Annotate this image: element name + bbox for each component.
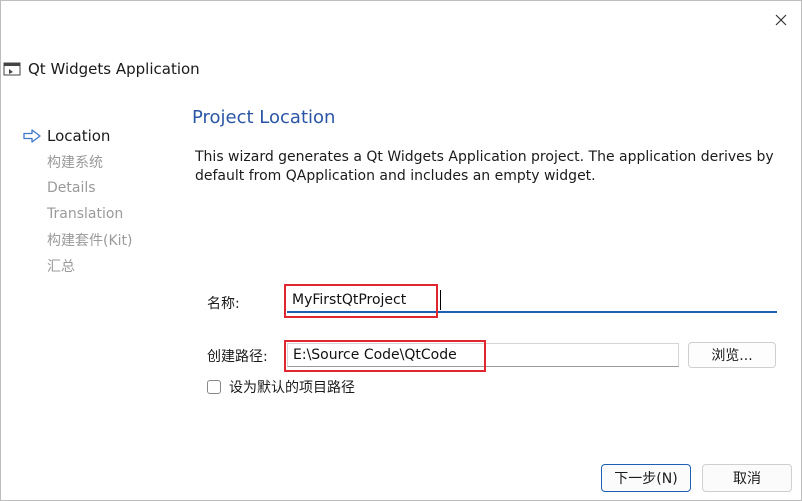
window-title: Qt Widgets Application — [28, 60, 200, 78]
cancel-button[interactable]: 取消 — [702, 464, 792, 492]
step-label: 汇总 — [47, 259, 75, 275]
step-label: Translation — [47, 206, 124, 222]
step-location: Location — [23, 123, 132, 149]
page-description: This wizard generates a Qt Widgets Appli… — [195, 149, 774, 184]
path-label: 创建路径: — [207, 349, 268, 365]
browse-button[interactable]: 浏览... — [688, 342, 776, 368]
close-icon — [775, 14, 787, 26]
wizard-steps: Location 构建系统 Details Translation 构建套件(K… — [23, 123, 132, 279]
step-summary: 汇总 — [23, 253, 132, 279]
step-label: 构建系统 — [47, 155, 103, 171]
step-translation: Translation — [23, 201, 132, 227]
name-label: 名称: — [207, 296, 240, 312]
step-kits: 构建套件(Kit) — [23, 227, 132, 253]
wizard-window: Qt Widgets Application Location 构建系统 Det… — [0, 0, 802, 501]
step-label: 构建套件(Kit) — [47, 233, 133, 249]
default-path-checkbox-row[interactable]: 设为默认的项目路径 — [207, 377, 355, 397]
page-title: Project Location — [192, 107, 336, 128]
project-path-input[interactable] — [287, 343, 679, 367]
step-build-system: 构建系统 — [23, 149, 132, 175]
default-path-checkbox-label: 设为默认的项目路径 — [229, 380, 355, 396]
default-path-checkbox[interactable] — [207, 380, 221, 394]
application-window-icon — [3, 62, 21, 76]
close-button[interactable] — [761, 3, 801, 37]
text-caret — [440, 290, 441, 310]
step-details: Details — [23, 175, 132, 201]
step-label: Details — [47, 180, 96, 196]
app-header: Qt Widgets Application — [1, 57, 200, 81]
project-name-input[interactable] — [287, 289, 777, 313]
current-step-arrow-icon — [23, 129, 41, 143]
next-button[interactable]: 下一步(N) — [601, 464, 691, 492]
step-label: Location — [47, 127, 111, 145]
